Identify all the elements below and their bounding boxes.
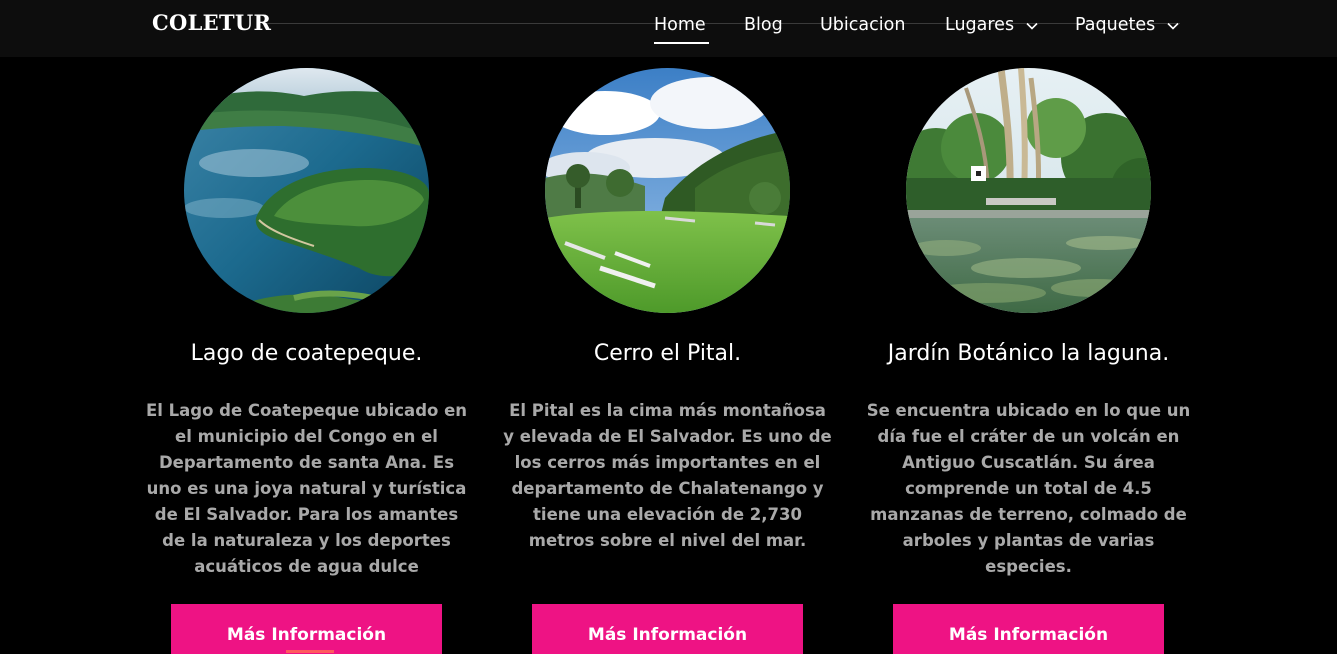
description-line: el municipio del Congo en el: [175, 427, 438, 446]
description-line: departamento de Chalatenango y: [511, 479, 824, 498]
description-line: manzanas de terreno, colmado de: [870, 505, 1187, 524]
description-line: comprende un total de 4.5: [905, 479, 1152, 498]
description-line: de El Salvador. Para los amantes: [154, 505, 459, 524]
card-title: Lago de coatepeque.: [190, 341, 423, 366]
card-title: Jardín Botánico la laguna.: [887, 341, 1170, 366]
description-line: metros sobre el nivel del mar.: [528, 531, 807, 550]
description-line: día fue el cráter de un volcán en: [877, 427, 1180, 446]
mountain-image[interactable]: [545, 68, 790, 313]
description-line: El Pital es la cima más montañosa: [509, 401, 826, 420]
description-line: Se encuentra ubicado en lo que un: [866, 401, 1191, 420]
description-line: Antiguo Cuscatlán. Su área: [902, 453, 1155, 472]
description-line: El Lago de Coatepeque ubicado en: [145, 401, 468, 420]
more-info-button[interactable]: Más Información: [171, 604, 442, 654]
description-line: y elevada de El Salvador. Es uno de: [503, 427, 832, 446]
description-line: de la naturaleza y los deportes: [162, 531, 451, 550]
lake-image[interactable]: [184, 68, 429, 313]
destination-card-pital: Cerro el Pital. El Pital es la cima más …: [487, 0, 848, 654]
description-line: acuáticos de agua dulce: [194, 557, 419, 576]
destination-card-coatepeque: Lago de coatepeque. El Lago de Coatepequ…: [126, 0, 487, 654]
garden-image[interactable]: [906, 68, 1151, 313]
description-line: uno es una joya natural y turística: [146, 479, 467, 498]
description-line: arboles y plantas de varias: [902, 531, 1155, 550]
card-description: Se encuentra ubicado en lo que un día fu…: [848, 398, 1209, 580]
card-title: Cerro el Pital.: [593, 341, 742, 366]
destination-card-jardin: Jardín Botánico la laguna. Se encuentra …: [848, 0, 1209, 654]
description-line: los cerros más importantes en el: [514, 453, 821, 472]
more-info-button[interactable]: Más Información: [893, 604, 1164, 654]
description-line: especies.: [985, 557, 1072, 576]
description-line: tiene una elevación de 2,730: [533, 505, 802, 524]
more-info-button[interactable]: Más Información: [532, 604, 803, 654]
card-description: El Pital es la cima más montañosa y elev…: [487, 398, 848, 554]
description-line: Departamento de santa Ana. Es: [158, 453, 455, 472]
card-description: El Lago de Coatepeque ubicado en el muni…: [126, 398, 487, 580]
